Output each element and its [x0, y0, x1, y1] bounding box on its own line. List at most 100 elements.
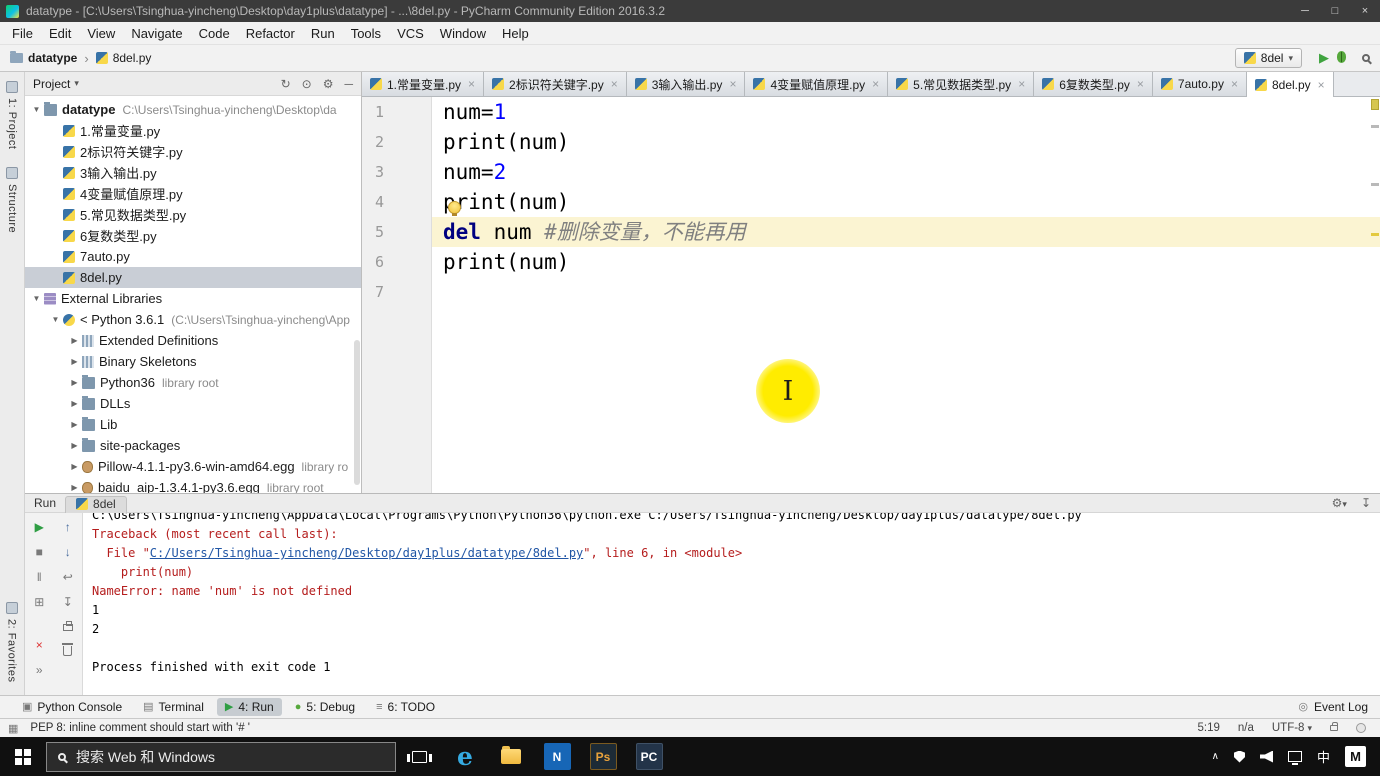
menu-window[interactable]: Window: [432, 22, 494, 45]
close-tab-icon[interactable]: ×: [872, 77, 879, 91]
search-everywhere-button[interactable]: [1362, 51, 1370, 65]
editor-tab[interactable]: 5.常见数据类型.py ×: [888, 72, 1035, 96]
lock-icon[interactable]: [1330, 722, 1338, 731]
volume-icon[interactable]: [1259, 750, 1273, 763]
chevron-right-icon[interactable]: ▶: [67, 483, 82, 492]
chevron-right-icon[interactable]: ▶: [67, 441, 82, 450]
pycharm-taskbar-button[interactable]: PC: [626, 737, 672, 776]
tree-item[interactable]: ▶ baidu_aip-1.3.4.1-py3.6.egg library root: [25, 477, 361, 493]
chevron-right-icon[interactable]: ▶: [67, 378, 82, 387]
taskbar-search-input[interactable]: 搜索 Web 和 Windows: [46, 741, 396, 772]
chevron-right-icon[interactable]: ▶: [67, 462, 82, 471]
rerun-button[interactable]: ▶: [35, 521, 44, 534]
code-text[interactable]: [432, 277, 1380, 307]
print-button[interactable]: [62, 621, 73, 634]
menu-run[interactable]: Run: [303, 22, 343, 45]
menu-help[interactable]: Help: [494, 22, 537, 45]
maximize-button[interactable]: □: [1320, 0, 1350, 22]
chevron-right-icon[interactable]: ▶: [67, 357, 82, 366]
inspection-status-icon[interactable]: [1371, 99, 1379, 110]
tree-item[interactable]: ▶ Binary Skeletons: [25, 351, 361, 372]
ime-language-indicator[interactable]: 中: [1317, 747, 1330, 766]
menu-vcs[interactable]: VCS: [389, 22, 432, 45]
ime-mode-badge[interactable]: M: [1345, 746, 1366, 767]
settings-gear-icon[interactable]: ⚙▾: [1332, 496, 1347, 510]
console-file-link[interactable]: C:/Users/Tsinghua-yincheng/Desktop/day1p…: [150, 546, 583, 560]
close-tab-icon[interactable]: ×: [1318, 78, 1325, 92]
tree-item[interactable]: ▼ datatype C:\Users\Tsinghua-yincheng\Desk…: [25, 99, 361, 120]
tool-window-button-project[interactable]: 1: Project: [0, 72, 24, 158]
editor-tab[interactable]: 2标识符关键字.py ×: [484, 72, 627, 96]
tool-window-button-todo[interactable]: ≡ 6: TODO: [368, 698, 443, 716]
editor-tab[interactable]: 4变量赋值原理.py ×: [745, 72, 889, 96]
chevron-down-icon[interactable]: ▼: [48, 315, 63, 324]
tree-item[interactable]: ▶ site-packages: [25, 435, 361, 456]
tree-item[interactable]: ▶ Python36 library root: [25, 372, 361, 393]
code-text[interactable]: del num #删除变量，不能再用: [432, 217, 1380, 247]
tray-expand-icon[interactable]: ∧: [1212, 751, 1219, 762]
editor-tab[interactable]: 8del.py ×: [1246, 72, 1334, 97]
settings-gear-icon[interactable]: ⚙: [323, 77, 334, 91]
tool-window-toggle-icon[interactable]: ▦: [8, 722, 18, 735]
menu-refactor[interactable]: Refactor: [238, 22, 303, 45]
menu-code[interactable]: Code: [191, 22, 238, 45]
tree-item[interactable]: ▶ DLLs: [25, 393, 361, 414]
tree-item[interactable]: 4变量赋值原理.py: [25, 183, 361, 204]
tool-window-button-console[interactable]: ▣ Python Console: [14, 698, 130, 716]
code-text[interactable]: print(num): [432, 247, 1380, 277]
close-tab-icon[interactable]: ×: [468, 77, 475, 91]
start-button[interactable]: [0, 737, 46, 776]
close-tab-icon[interactable]: ×: [611, 77, 618, 91]
menu-file[interactable]: File: [4, 22, 41, 45]
code-text[interactable]: print(num): [432, 127, 1380, 157]
tree-item[interactable]: 5.常见数据类型.py: [25, 204, 361, 225]
run-configuration-select[interactable]: 8del ▾: [1234, 48, 1302, 68]
tool-window-button-run[interactable]: ▶ 4: Run: [216, 698, 282, 716]
code-text[interactable]: num=2: [432, 157, 1380, 187]
menu-edit[interactable]: Edit: [41, 22, 79, 45]
tool-window-button-favorites[interactable]: 2: Favorites: [0, 593, 23, 691]
code-editor[interactable]: 1 num=1 2 print(num) 3 num=2 4 print(num) 5 del n…: [362, 97, 1380, 493]
run-panel-tab[interactable]: 8del: [65, 495, 127, 513]
close-button[interactable]: ×: [1350, 0, 1380, 22]
tool-window-button-debug[interactable]: ● 5: Debug: [287, 698, 363, 716]
editor-tab[interactable]: 1.常量变量.py ×: [362, 72, 485, 96]
close-tab-icon[interactable]: ×: [1137, 77, 1144, 91]
close-run-tab-button[interactable]: ×: [36, 639, 43, 652]
locate-file-icon[interactable]: ⊙: [302, 77, 312, 91]
tree-item[interactable]: 6复数类型.py: [25, 225, 361, 246]
editor-tab[interactable]: 3输入输出.py ×: [626, 72, 746, 96]
refresh-icon[interactable]: ↻: [281, 77, 291, 91]
pause-output-button[interactable]: ‖: [37, 571, 42, 584]
tree-item[interactable]: 8del.py: [25, 267, 361, 288]
down-stack-trace-button[interactable]: ↓: [65, 546, 71, 559]
intention-bulb-icon[interactable]: [448, 201, 461, 216]
breadcrumb-file[interactable]: 8del.py: [113, 51, 152, 65]
chevron-down-icon[interactable]: ▼: [29, 294, 44, 303]
project-view-selector[interactable]: Project ▾: [33, 77, 79, 91]
tree-item[interactable]: 2标识符关键字.py: [25, 141, 361, 162]
breadcrumb-project[interactable]: datatype: [28, 51, 77, 65]
error-stripe[interactable]: [1370, 97, 1380, 493]
more-actions-icon[interactable]: »: [36, 664, 43, 677]
tree-item[interactable]: ▶ Extended Definitions: [25, 330, 361, 351]
chevron-right-icon[interactable]: ▶: [67, 336, 82, 345]
restore-layout-button[interactable]: ⊞: [34, 596, 44, 609]
menu-navigate[interactable]: Navigate: [123, 22, 190, 45]
tree-item[interactable]: 3输入输出.py: [25, 162, 361, 183]
network-icon[interactable]: [1287, 751, 1302, 765]
code-text[interactable]: print(num): [432, 187, 1380, 217]
code-view[interactable]: 1 num=1 2 print(num) 3 num=2 4 print(num) 5 del n…: [362, 97, 1380, 493]
stripe-mark-caret[interactable]: [1371, 233, 1379, 236]
line-separator-widget[interactable]: n/a: [1238, 722, 1254, 734]
caret-position-widget[interactable]: 5:19: [1197, 722, 1219, 734]
project-scrollbar[interactable]: [354, 340, 360, 485]
debug-button[interactable]: [1337, 50, 1346, 66]
tree-item[interactable]: ▶ Lib: [25, 414, 361, 435]
clear-console-button[interactable]: [62, 643, 74, 659]
hide-panel-icon[interactable]: ↧: [1361, 496, 1371, 510]
task-view-button[interactable]: [396, 737, 442, 776]
run-console-output[interactable]: C:\Users\Tsinghua-yincheng\AppData\Local…: [83, 513, 1380, 695]
soft-wrap-button[interactable]: ↩: [63, 571, 73, 584]
stripe-mark[interactable]: [1371, 125, 1379, 128]
